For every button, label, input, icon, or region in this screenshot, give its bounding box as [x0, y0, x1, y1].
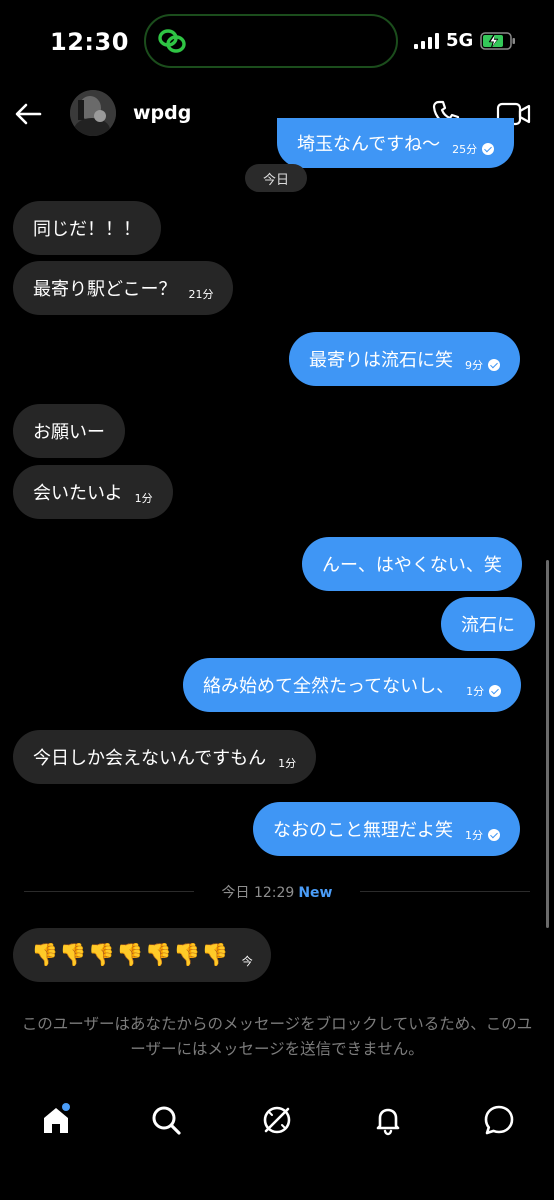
notifications-icon: [376, 1108, 400, 1136]
network-type: 5G: [446, 30, 474, 51]
message-text: なおのこと無理だよ笑: [273, 820, 453, 841]
back-arrow-icon: [15, 103, 42, 125]
message-text: 最寄りは流石に笑: [309, 350, 453, 371]
screen: 12:30 5G wpdg 埼玉なんですね〜 25分 今日 同じだ！！！ 最寄り…: [0, 0, 554, 1200]
message-text: 埼玉なんですね〜: [297, 134, 441, 155]
message-time: 1分: [134, 492, 153, 505]
thumbs-down-emojis: 👎👎👎👎👎👎👎: [31, 942, 230, 968]
message-bubble-outgoing[interactable]: 絡み始めて全然たってないし、 1分: [183, 658, 522, 712]
message-time: 今: [241, 955, 253, 968]
bottom-nav: [0, 1090, 554, 1150]
seen-check-icon: [489, 685, 502, 697]
message-text: 絡み始めて全然たってないし、: [203, 676, 455, 697]
signal-icon: [414, 33, 439, 49]
nav-explore[interactable]: [257, 1100, 297, 1140]
seen-check-icon: [488, 829, 500, 841]
message-bubble-outgoing[interactable]: んー、はやくない、笑: [302, 537, 522, 591]
message-bubble-outgoing[interactable]: 流石に: [441, 597, 535, 651]
message-time: 1分: [466, 683, 502, 699]
message-text: んー、はやくない、笑: [322, 555, 502, 576]
message-text: 今日しか会えないんですもん: [33, 748, 267, 769]
notification-dot: [62, 1103, 70, 1111]
message-bubble-outgoing[interactable]: 埼玉なんですね〜 25分: [277, 118, 515, 168]
nav-messages[interactable]: [479, 1100, 519, 1140]
message-text: 同じだ！！！: [33, 219, 141, 240]
message-bubble-incoming[interactable]: 今日しか会えないんですもん 1分: [13, 730, 317, 784]
seen-check-icon: [488, 359, 500, 371]
message-time: 1分: [278, 757, 297, 770]
message-time: 1分: [465, 827, 500, 843]
new-messages-label: 今日 12:29 New: [221, 885, 333, 901]
status-bar: 12:30 5G: [0, 0, 554, 84]
message-bubble-outgoing[interactable]: なおのこと無理だよ笑 1分: [253, 802, 520, 856]
back-button[interactable]: [12, 98, 44, 130]
message-bubble-incoming[interactable]: 最寄り駅どこー？ 21分: [13, 261, 234, 315]
search-icon: [152, 1106, 181, 1135]
message-bubble-incoming[interactable]: 👎👎👎👎👎👎👎 今: [13, 928, 271, 982]
link-icon: [158, 29, 186, 53]
message-time: 9分: [465, 357, 500, 373]
message-text: 最寄り駅どこー？: [33, 279, 177, 300]
explore-icon: [263, 1106, 291, 1134]
message-text: お願いー: [33, 422, 105, 443]
dynamic-island: [144, 14, 398, 68]
avatar[interactable]: [70, 90, 116, 136]
date-chip: 今日: [245, 164, 307, 192]
username[interactable]: wpdg: [133, 102, 191, 124]
nav-search[interactable]: [146, 1100, 186, 1140]
message-time: 25分: [452, 141, 495, 157]
seen-check-icon: [482, 143, 495, 155]
message-thread[interactable]: 埼玉なんですね〜 25分 今日 同じだ！！！ 最寄り駅どこー？ 21分 最寄りは…: [0, 118, 554, 1060]
message-bubble-incoming[interactable]: 会いたいよ 1分: [13, 465, 173, 519]
message-text: 会いたいよ: [33, 483, 123, 504]
message-bubble-outgoing[interactable]: 最寄りは流石に笑 9分: [289, 332, 520, 386]
status-time: 12:30: [50, 28, 129, 56]
new-badge: New: [298, 885, 333, 901]
message-bubble-incoming[interactable]: お願いー: [13, 404, 125, 458]
scrollbar[interactable]: [546, 560, 549, 928]
messages-icon: [484, 1105, 514, 1135]
battery-icon: [480, 32, 515, 50]
message-time: 21分: [188, 288, 214, 301]
nav-home[interactable]: [36, 1100, 76, 1140]
avatar-image: [70, 90, 116, 136]
blocked-notice: このユーザーはあなたからのメッセージをブロックしているため、このユーザーにはメッ…: [21, 1015, 533, 1058]
message-bubble-incoming[interactable]: 同じだ！！！: [13, 201, 161, 255]
nav-notifications[interactable]: [368, 1100, 408, 1140]
message-text: 流石に: [461, 615, 515, 636]
